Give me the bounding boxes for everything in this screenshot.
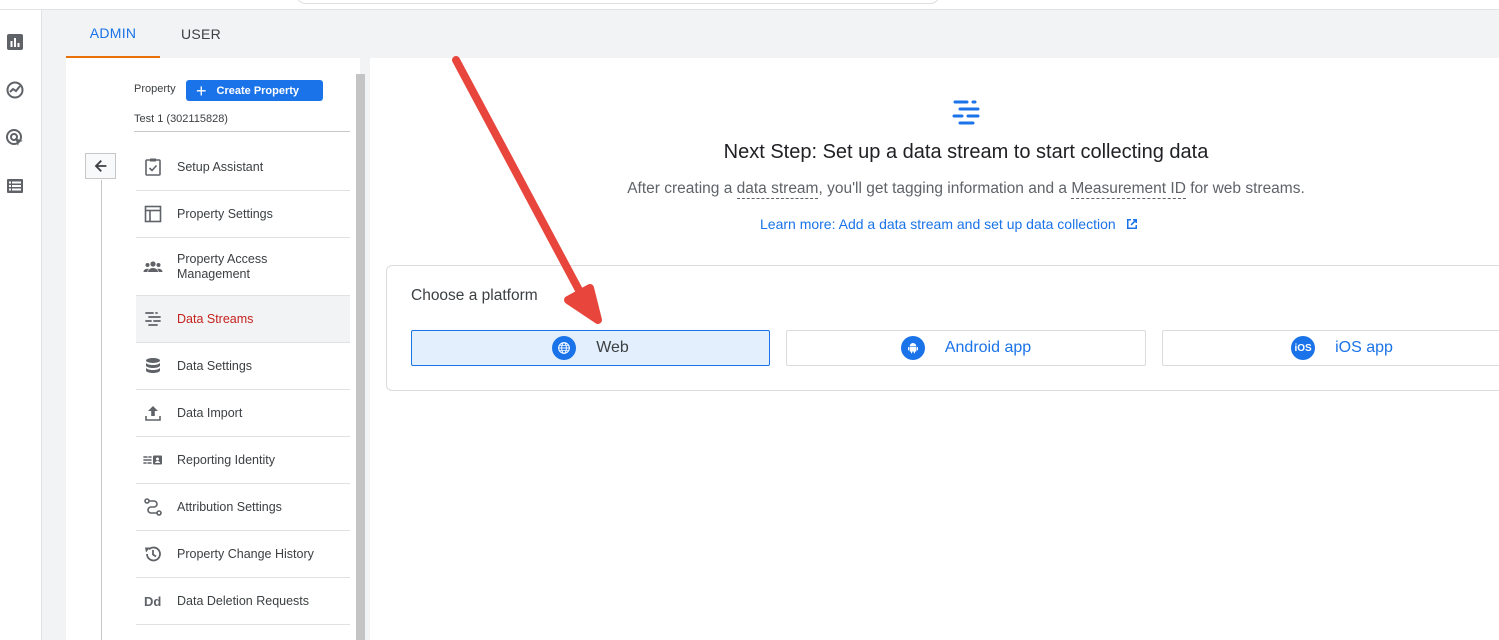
ios-icon: iOS [1291,336,1316,360]
configure-icon[interactable] [4,175,26,197]
learn-more-label: Learn more: Add a data stream and set up… [760,216,1116,232]
property-divider [134,131,350,132]
open-in-new-icon [1126,219,1137,229]
next-step-subtitle: After creating a data stream, you'll get… [466,180,1466,199]
android-label: Android app [944,339,1032,356]
menu-item-property-access-management[interactable]: Property Access Management [136,238,350,296]
svg-text:Dd: Dd [144,594,161,609]
clipboard-check-icon [142,156,164,178]
property-label: Property [134,83,176,95]
data-streams-icon [952,100,980,125]
admin-tabs-bar: ADMIN USER [42,10,1499,58]
menu-label: Property Change History [177,546,314,561]
attribution-icon [142,496,164,518]
data-streams-icon [142,308,164,330]
menu-item-property-change-history[interactable]: Property Change History [136,531,350,578]
menu-label: Reporting Identity [177,452,275,467]
plus-icon: + [196,80,207,101]
choose-platform-label: Choose a platform [411,287,538,304]
tab-user[interactable]: USER [160,10,242,58]
next-step-title: Next Step: Set up a data stream to start… [723,141,1209,163]
globe-icon [552,336,577,360]
menu-item-attribution-settings[interactable]: Attribution Settings [136,484,350,531]
top-strip [0,0,1499,10]
column-scrollbar[interactable] [356,74,365,640]
menu-label: Property Settings [177,206,273,221]
left-nav-rail [0,10,42,640]
property-selector[interactable]: Test 1 (302115828) [134,113,228,125]
measurement-id-term[interactable]: Measurement ID [1071,180,1186,199]
menu-label: Data Streams [177,311,254,326]
menu-item-data-import[interactable]: Data Import [136,390,350,437]
property-menu: Setup Assistant Property Settings Proper… [136,144,350,625]
web-label: Web [596,339,629,356]
subtitle-text: After creating a [627,180,737,197]
android-icon [900,336,925,360]
explore-icon[interactable] [4,79,26,101]
advertising-icon[interactable] [4,127,26,149]
tree-line [101,180,102,640]
platform-card [386,265,1499,391]
web-platform-button[interactable]: Web [411,330,770,366]
tab-admin[interactable]: ADMIN [66,10,160,58]
ios-label: iOS app [1335,339,1393,356]
create-property-button[interactable]: + Create Property [186,80,323,101]
database-icon [142,355,164,377]
search-bar[interactable] [296,0,940,4]
subtitle-text: , you'll get tagging information and a [818,180,1072,197]
people-icon [142,256,164,278]
menu-item-data-deletion-requests[interactable]: Dd Data Deletion Requests [136,578,350,625]
arrow-back-icon [94,160,106,172]
reports-icon[interactable] [4,31,26,53]
history-icon [142,543,164,565]
learn-more-link[interactable]: Learn more: Add a data stream and set up… [760,216,1140,232]
menu-item-data-streams[interactable]: Data Streams [136,296,350,343]
create-property-label: Create Property [216,84,300,97]
data-stream-term[interactable]: data stream [736,180,819,199]
menu-item-reporting-identity[interactable]: Reporting Identity [136,437,350,484]
menu-label: Property Access Management [177,251,268,281]
ios-platform-button[interactable]: iOS iOS app [1162,330,1499,366]
menu-item-property-settings[interactable]: Property Settings [136,191,350,238]
menu-item-data-settings[interactable]: Data Settings [136,343,350,390]
window-icon [142,203,164,225]
menu-label: Data Import [177,405,243,420]
menu-item-setup-assistant[interactable]: Setup Assistant [136,144,350,191]
menu-label: Data Settings [177,358,253,373]
identity-icon [142,449,164,471]
menu-label: Setup Assistant [177,159,264,174]
android-platform-button[interactable]: Android app [786,330,1146,366]
upload-icon [142,402,164,424]
dd-icon: Dd [142,590,164,612]
back-button[interactable] [85,153,116,179]
menu-label: Data Deletion Requests [177,593,310,608]
subtitle-text: for web streams. [1185,180,1305,197]
menu-label: Attribution Settings [177,499,282,514]
